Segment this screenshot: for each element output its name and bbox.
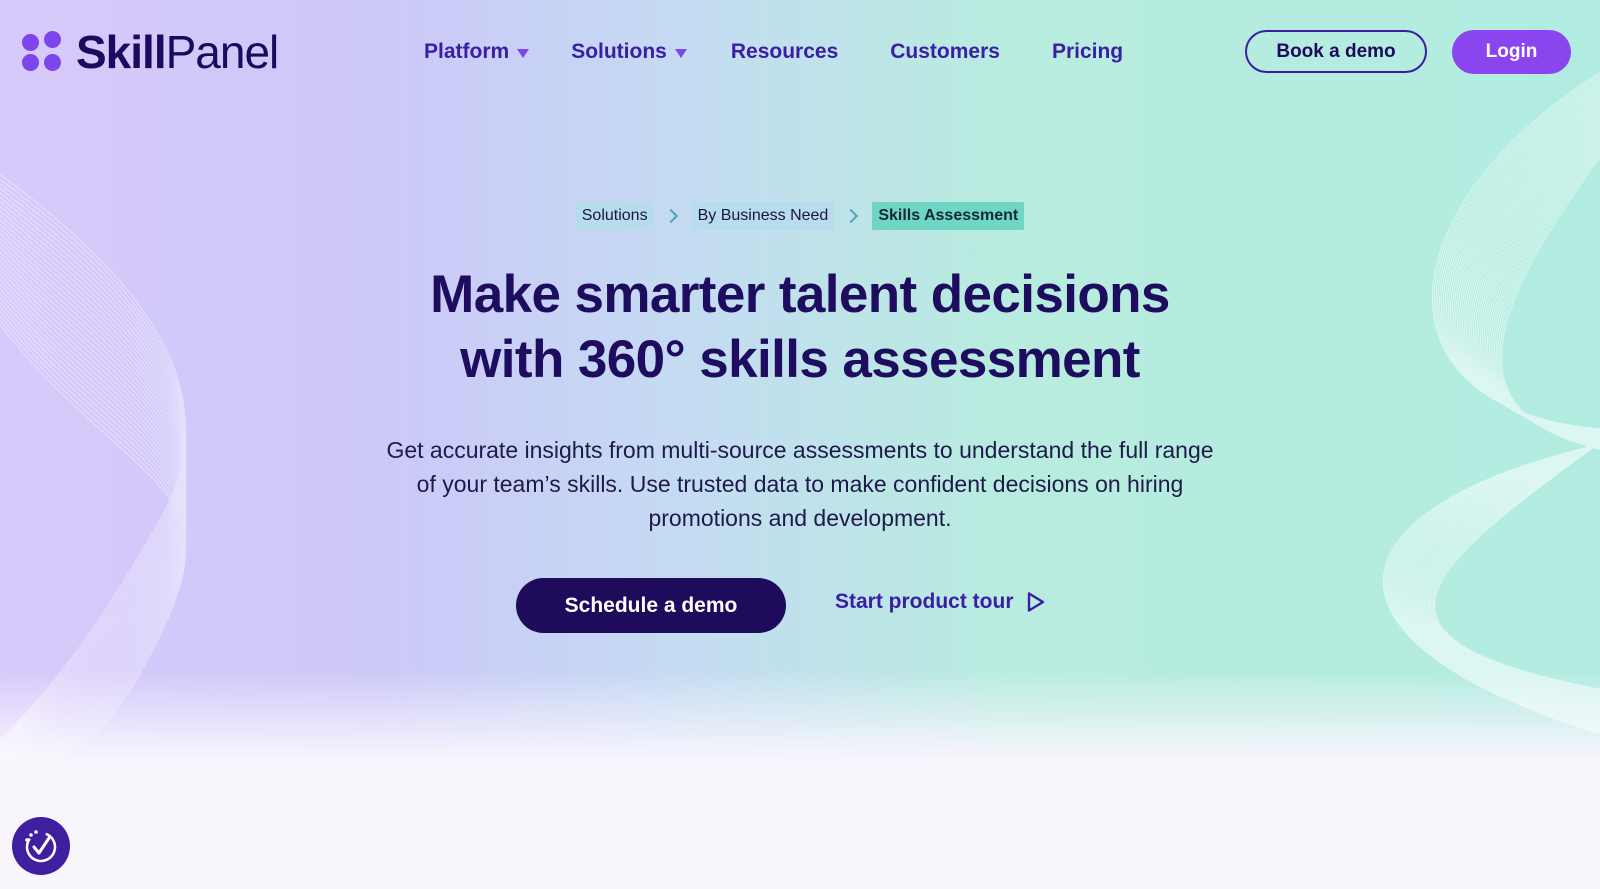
nav-item-resources[interactable]: Resources: [731, 40, 838, 64]
start-product-tour-link[interactable]: Start product tour: [835, 590, 1046, 614]
page-title: Make smarter talent decisions with 360° …: [0, 262, 1600, 392]
accessibility-widget-button[interactable]: [12, 817, 70, 875]
caret-down-icon: [674, 48, 687, 58]
play-outline-icon: [1027, 592, 1044, 612]
breadcrumb-item-by-business-need[interactable]: By Business Need: [691, 202, 835, 230]
nav-item-label: Resources: [730, 40, 839, 63]
nav-item-pricing[interactable]: Pricing: [1052, 40, 1123, 64]
nav-item-customers[interactable]: Customers: [890, 40, 1000, 64]
hero-subtext: Get accurate insights from multi-source …: [386, 437, 1214, 531]
tour-link-label: Start product tour: [835, 590, 1014, 613]
breadcrumb-item-solutions[interactable]: Solutions: [575, 202, 654, 230]
chevron-right-icon: [663, 208, 678, 224]
chevron-right-icon: [844, 208, 859, 224]
logo-dots-icon: [22, 31, 64, 73]
nav-item-label: Pricing: [1051, 40, 1124, 63]
caret-down-icon: [517, 48, 530, 58]
nav-item-solutions[interactable]: Solutions: [571, 40, 687, 64]
breadcrumb-item-current: Skills Assessment: [872, 202, 1025, 230]
logo-wordmark: SkillPanel: [76, 26, 279, 78]
breadcrumb: Solutions By Business Need Skills Assess…: [0, 202, 1600, 230]
headline-line-2: with 360° skills assessment: [460, 330, 1140, 389]
schedule-demo-button[interactable]: Schedule a demo: [516, 578, 786, 633]
nav-item-label: Customers: [890, 40, 1000, 63]
login-button[interactable]: Login: [1452, 30, 1571, 74]
nav-item-platform[interactable]: Platform: [424, 40, 530, 64]
nav-item-label: Solutions: [571, 40, 667, 63]
main-nav: Platform Solutions Resources Customers P…: [424, 38, 1123, 66]
book-demo-button[interactable]: Book a demo: [1245, 30, 1427, 73]
nav-item-label: Platform: [424, 40, 510, 63]
accessibility-check-icon: [25, 830, 57, 863]
skillpanel-logo[interactable]: SkillPanel: [22, 26, 279, 78]
headline-line-1: Make smarter talent decisions: [430, 265, 1170, 324]
